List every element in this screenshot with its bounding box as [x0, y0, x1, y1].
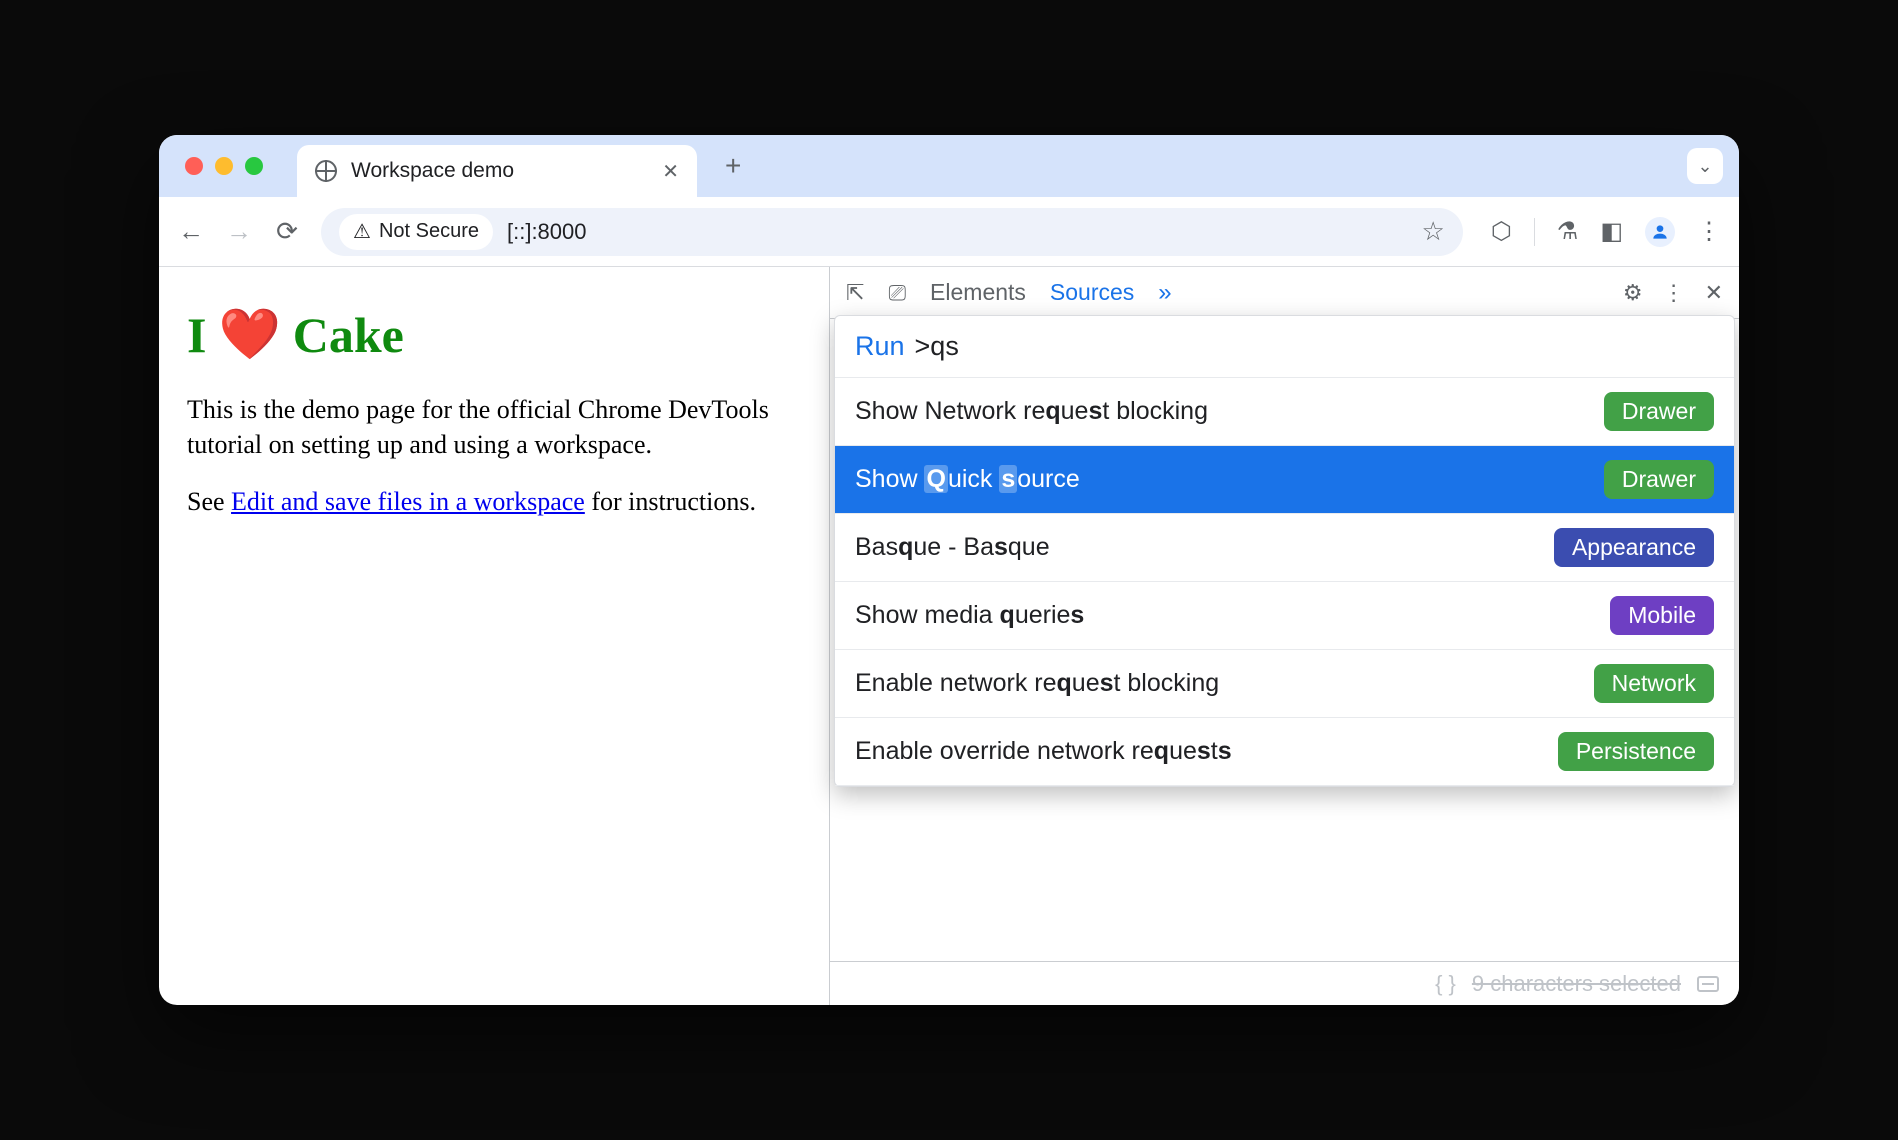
command-badge: Network [1594, 664, 1714, 703]
command-menu: Run >qs Show Network request blockingDra… [834, 315, 1735, 787]
side-panel-icon[interactable]: ◧ [1600, 217, 1623, 246]
command-item[interactable]: Show Quick sourceDrawer [835, 446, 1734, 514]
rendered-page: I ❤️ Cake This is the demo page for the … [159, 267, 829, 1005]
window-maximize-button[interactable] [245, 157, 263, 175]
extensions-icon[interactable]: ⬡ [1491, 217, 1512, 246]
h1-post: Cake [293, 306, 404, 364]
close-devtools-icon[interactable]: ✕ [1705, 280, 1723, 306]
command-badge: Drawer [1604, 392, 1714, 431]
page-heading: I ❤️ Cake [187, 305, 801, 364]
back-button[interactable]: ← [177, 218, 205, 246]
new-tab-button[interactable]: + [725, 150, 741, 182]
bookmark-star-icon[interactable]: ☆ [1422, 216, 1445, 247]
tutorial-link[interactable]: Edit and save files in a workspace [231, 487, 585, 516]
avatar-icon [1650, 222, 1670, 242]
menu-icon[interactable]: ⋮ [1697, 217, 1721, 246]
url-text: [::]:8000 [507, 219, 587, 245]
tab-elements[interactable]: Elements [930, 279, 1026, 306]
command-label: Enable network request blocking [855, 669, 1594, 698]
command-badge: Persistence [1558, 732, 1714, 771]
command-input-row[interactable]: Run >qs [835, 316, 1734, 378]
command-label: Basque - Basque [855, 533, 1554, 562]
warning-icon: ⚠ [353, 219, 371, 244]
window-minimize-button[interactable] [215, 157, 233, 175]
globe-icon [315, 160, 337, 182]
address-bar[interactable]: ⚠ Not Secure [::]:8000 ☆ [321, 208, 1463, 256]
tabs-dropdown-button[interactable]: ⌄ [1687, 148, 1723, 184]
settings-gear-icon[interactable]: ⚙ [1623, 280, 1643, 306]
command-item[interactable]: Show media queriesMobile [835, 582, 1734, 650]
command-badge: Mobile [1610, 596, 1714, 635]
content-body: I ❤️ Cake This is the demo page for the … [159, 267, 1739, 1005]
forward-button[interactable]: → [225, 218, 253, 246]
command-badge: Appearance [1554, 528, 1714, 567]
labs-icon[interactable]: ⚗ [1557, 217, 1579, 246]
line-column-icon[interactable] [1697, 976, 1719, 992]
command-item[interactable]: Enable network request blockingNetwork [835, 650, 1734, 718]
footer-status: 9 characters selected [1472, 971, 1681, 997]
command-label: Show Quick source [855, 465, 1604, 494]
close-tab-icon[interactable]: ✕ [662, 159, 679, 184]
devtools-footer: { } 9 characters selected [830, 961, 1739, 1005]
h1-pre: I [187, 306, 206, 364]
command-list: Show Network request blockingDrawerShow … [835, 378, 1734, 786]
tab-sources[interactable]: Sources [1050, 279, 1134, 306]
devtools-header: ⇱ ⎚ Elements Sources » ⚙ ⋮ ✕ [830, 267, 1739, 319]
traffic-lights [185, 157, 263, 175]
coverage-icon[interactable]: { } [1435, 971, 1456, 997]
command-query: >qs [915, 331, 959, 362]
browser-toolbar: ← → ⟳ ⚠ Not Secure [::]:8000 ☆ ⬡ ⚗ ◧ ⋮ [159, 197, 1739, 267]
page-paragraph-2: See Edit and save files in a workspace f… [187, 484, 801, 519]
command-item[interactable]: Show Network request blockingDrawer [835, 378, 1734, 446]
divider [1534, 218, 1535, 246]
tab-title: Workspace demo [351, 159, 648, 183]
command-item[interactable]: Basque - BasqueAppearance [835, 514, 1734, 582]
reload-button[interactable]: ⟳ [273, 218, 301, 246]
security-label: Not Secure [379, 220, 479, 243]
profile-avatar[interactable] [1645, 217, 1675, 247]
browser-window: Workspace demo ✕ + ⌄ ← → ⟳ ⚠ Not Secure … [159, 135, 1739, 1005]
command-label: Show Network request blocking [855, 397, 1604, 426]
command-item[interactable]: Enable override network requestsPersiste… [835, 718, 1734, 786]
more-tabs-icon[interactable]: » [1158, 279, 1171, 307]
kebab-menu-icon[interactable]: ⋮ [1663, 280, 1685, 306]
window-close-button[interactable] [185, 157, 203, 175]
browser-tab[interactable]: Workspace demo ✕ [297, 145, 697, 197]
page-paragraph-1: This is the demo page for the official C… [187, 392, 801, 462]
toolbar-icons: ⬡ ⚗ ◧ ⋮ [1491, 217, 1721, 247]
run-label: Run [855, 331, 905, 362]
command-badge: Drawer [1604, 460, 1714, 499]
command-label: Show media queries [855, 601, 1610, 630]
devtools-panel: ⇱ ⎚ Elements Sources » ⚙ ⋮ ✕ Run >qs Sho… [829, 267, 1739, 1005]
titlebar: Workspace demo ✕ + ⌄ [159, 135, 1739, 197]
inspect-icon[interactable]: ⇱ [846, 280, 864, 306]
command-label: Enable override network requests [855, 737, 1558, 766]
device-toolbar-icon[interactable]: ⎚ [888, 280, 906, 306]
security-chip[interactable]: ⚠ Not Secure [339, 214, 493, 250]
heart-icon: ❤️ [218, 305, 280, 364]
